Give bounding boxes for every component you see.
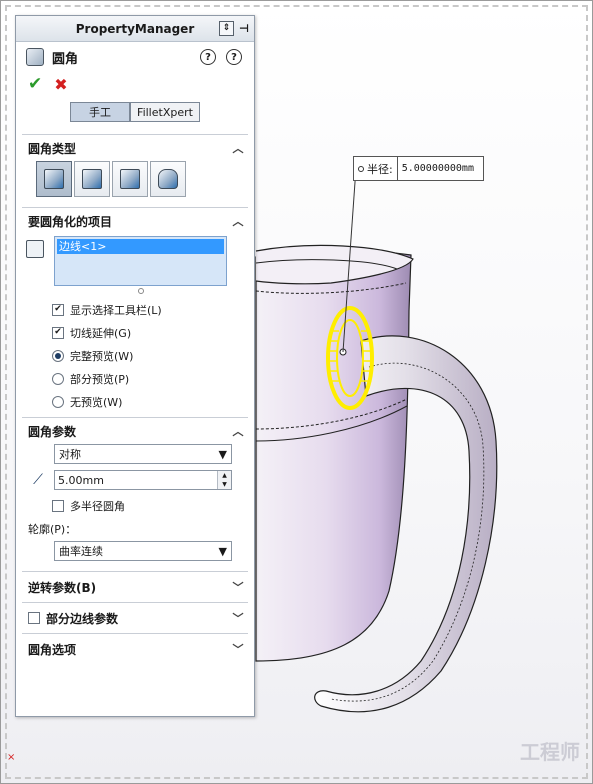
section-partial-edge-header[interactable]: 部分边线参数 ﹀ xyxy=(22,603,248,633)
section-title: 圆角选项 xyxy=(28,642,77,657)
section-fillet-type-header[interactable]: 圆角类型 ︿ xyxy=(22,135,248,161)
edge-selection-icon xyxy=(26,240,44,258)
expand-icon[interactable]: ⇕ xyxy=(219,21,234,36)
profile-label: 轮廓(P)： xyxy=(28,523,77,536)
tangent-propagation-label: 切线延伸(G) xyxy=(70,326,132,340)
radius-icon: ⟋ xyxy=(33,472,43,488)
tab-manual[interactable]: 手工 xyxy=(70,102,131,122)
fillet-feature-icon xyxy=(26,48,44,66)
face-fillet-icon xyxy=(120,169,140,189)
constant-size-button[interactable] xyxy=(36,161,72,197)
window-frame: 半径: 5.00000000mm PropertyManager ⇕ ⊣ 圆角 … xyxy=(0,0,593,784)
profile-value: 曲率连续 xyxy=(59,545,103,558)
partial-edge-checkbox[interactable] xyxy=(28,612,40,624)
full-preview-radio[interactable] xyxy=(52,349,64,362)
section-fillet-options: 圆角选项 ﹀ xyxy=(22,633,248,664)
no-preview-label: 无预览(W) xyxy=(70,395,123,409)
pm-titlebar: PropertyManager ⇕ ⊣ xyxy=(16,16,254,42)
section-title: 要圆角化的项目 xyxy=(28,214,113,229)
constant-size-icon xyxy=(44,169,64,189)
items-listbox[interactable]: 边线<1> xyxy=(54,236,227,286)
section-title: 圆角参数 xyxy=(28,424,77,439)
section-items-header[interactable]: 要圆角化的项目 ︿ xyxy=(22,208,248,234)
section-parameters: 圆角参数 ︿ 对称 ▼ ⟋ 5.00mm ▲ ▼ 多半径圆角 轮廓(P)： 曲率连… xyxy=(22,417,248,561)
list-item[interactable]: 边线<1> xyxy=(57,239,224,254)
section-items: 要圆角化的项目 ︿ 边线<1> ✔ 显示选择工具栏(L) ✔ 切线延伸(G) 完… xyxy=(22,207,248,413)
mug-body[interactable] xyxy=(255,249,412,662)
variable-size-button[interactable] xyxy=(74,161,110,197)
tangent-propagation-option[interactable]: ✔ 切线延伸(G) xyxy=(22,321,248,344)
cancel-x-icon[interactable]: ✖ xyxy=(54,75,67,94)
radius-input[interactable]: 5.00mm ▲ ▼ xyxy=(54,470,232,490)
partial-preview-radio[interactable] xyxy=(52,372,64,385)
section-title: 圆角类型 xyxy=(28,141,77,156)
callout-value[interactable]: 5.00000000mm xyxy=(398,163,474,174)
tangent-propagation-checkbox[interactable]: ✔ xyxy=(52,326,64,339)
radius-value[interactable]: 5.00mm xyxy=(58,474,104,487)
axis-x-icon: × xyxy=(7,752,16,763)
ok-check-icon[interactable]: ✔ xyxy=(28,74,42,94)
radius-stepper[interactable]: ▲ ▼ xyxy=(217,471,231,489)
full-preview-option[interactable]: 完整预览(W) xyxy=(22,344,248,367)
full-preview-label: 完整预览(W) xyxy=(70,349,134,363)
feature-header: 圆角 ? ? xyxy=(16,42,254,72)
chevron-down-icon[interactable]: ﹀ xyxy=(232,581,244,594)
dropdown-arrow-icon: ▼ xyxy=(218,544,227,558)
no-preview-radio[interactable] xyxy=(52,395,64,408)
pin-icon[interactable]: ⊣ xyxy=(238,21,250,36)
section-partial-edge: 部分边线参数 ﹀ xyxy=(22,602,248,633)
section-title: 部分边线参数 xyxy=(46,611,119,626)
show-toolbar-label: 显示选择工具栏(L) xyxy=(70,303,162,317)
multi-radius-label: 多半径圆角 xyxy=(70,499,125,513)
partial-preview-option[interactable]: 部分预览(P) xyxy=(22,367,248,390)
tab-filletxpert[interactable]: FilletXpert xyxy=(130,102,200,122)
section-fillet-type: 圆角类型 ︿ xyxy=(22,134,248,207)
section-setback: 逆转参数(B) ﹀ xyxy=(22,571,248,602)
radius-callout[interactable]: 半径: 5.00000000mm xyxy=(353,156,484,181)
pm-title: PropertyManager xyxy=(75,21,195,36)
callout-label: 半径: xyxy=(354,157,398,180)
multi-radius-option[interactable]: 多半径圆角 xyxy=(22,494,248,517)
chevron-up-icon[interactable]: ︿ xyxy=(232,425,244,438)
fillet-method-value: 对称 xyxy=(59,448,81,461)
section-setback-header[interactable]: 逆转参数(B) ﹀ xyxy=(22,572,248,602)
resize-grip-icon[interactable] xyxy=(138,288,144,294)
whats-new-help-icon[interactable]: ? xyxy=(200,49,216,65)
mode-tabs: 手工 FilletXpert xyxy=(16,102,254,122)
ok-cancel-row: ✔ ✖ xyxy=(16,72,254,96)
profile-select[interactable]: 曲率连续 ▼ xyxy=(54,541,232,561)
chevron-down-icon[interactable]: ﹀ xyxy=(232,643,244,656)
dropdown-arrow-icon: ▼ xyxy=(218,447,227,461)
section-parameters-header[interactable]: 圆角参数 ︿ xyxy=(22,418,248,444)
callout-label-text: 半径: xyxy=(367,162,393,176)
chevron-up-icon[interactable]: ︿ xyxy=(232,215,244,228)
chevron-down-icon[interactable]: ﹀ xyxy=(232,612,244,625)
show-toolbar-option[interactable]: ✔ 显示选择工具栏(L) xyxy=(22,298,248,321)
variable-size-icon xyxy=(82,169,102,189)
callout-dot-icon xyxy=(358,165,364,172)
feature-name: 圆角 xyxy=(52,51,79,67)
section-fillet-options-header[interactable]: 圆角选项 ﹀ xyxy=(22,634,248,664)
no-preview-option[interactable]: 无预览(W) xyxy=(22,390,248,413)
help-icon[interactable]: ? xyxy=(226,49,242,65)
show-toolbar-checkbox[interactable]: ✔ xyxy=(52,303,64,316)
partial-preview-label: 部分预览(P) xyxy=(70,372,130,386)
multi-radius-checkbox[interactable] xyxy=(52,499,64,512)
fillet-method-select[interactable]: 对称 ▼ xyxy=(54,444,232,464)
chevron-up-icon[interactable]: ︿ xyxy=(232,142,244,155)
full-round-button[interactable] xyxy=(150,161,186,197)
property-manager: PropertyManager ⇕ ⊣ 圆角 ? ? ✔ ✖ 手工 Fillet… xyxy=(15,15,255,717)
face-fillet-button[interactable] xyxy=(112,161,148,197)
full-round-icon xyxy=(158,169,178,189)
watermark: 工程师 xyxy=(520,740,580,764)
section-title: 逆转参数(B) xyxy=(28,580,97,595)
